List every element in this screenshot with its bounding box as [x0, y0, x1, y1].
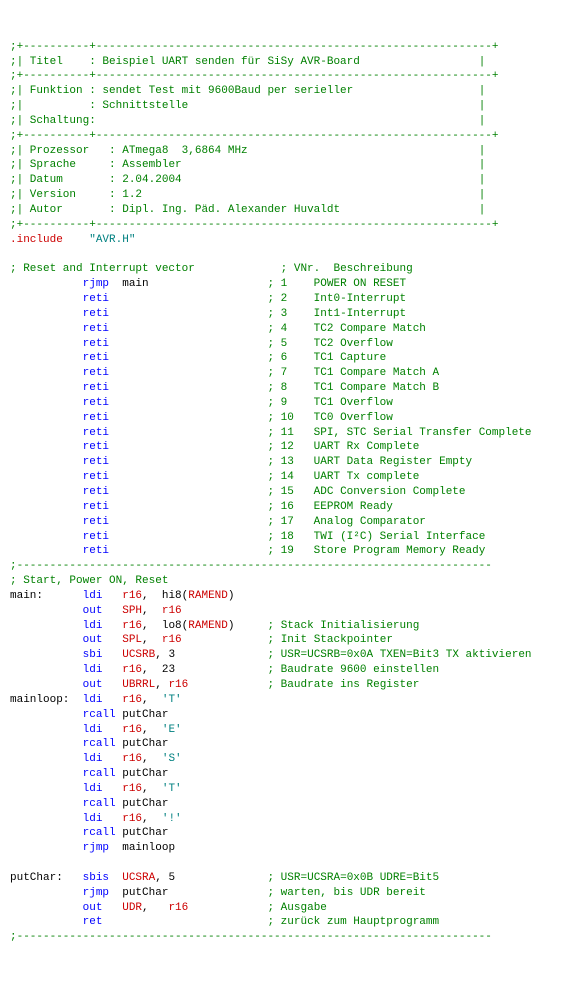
code-listing: ;+----------+---------------------------… [10, 40, 554, 945]
